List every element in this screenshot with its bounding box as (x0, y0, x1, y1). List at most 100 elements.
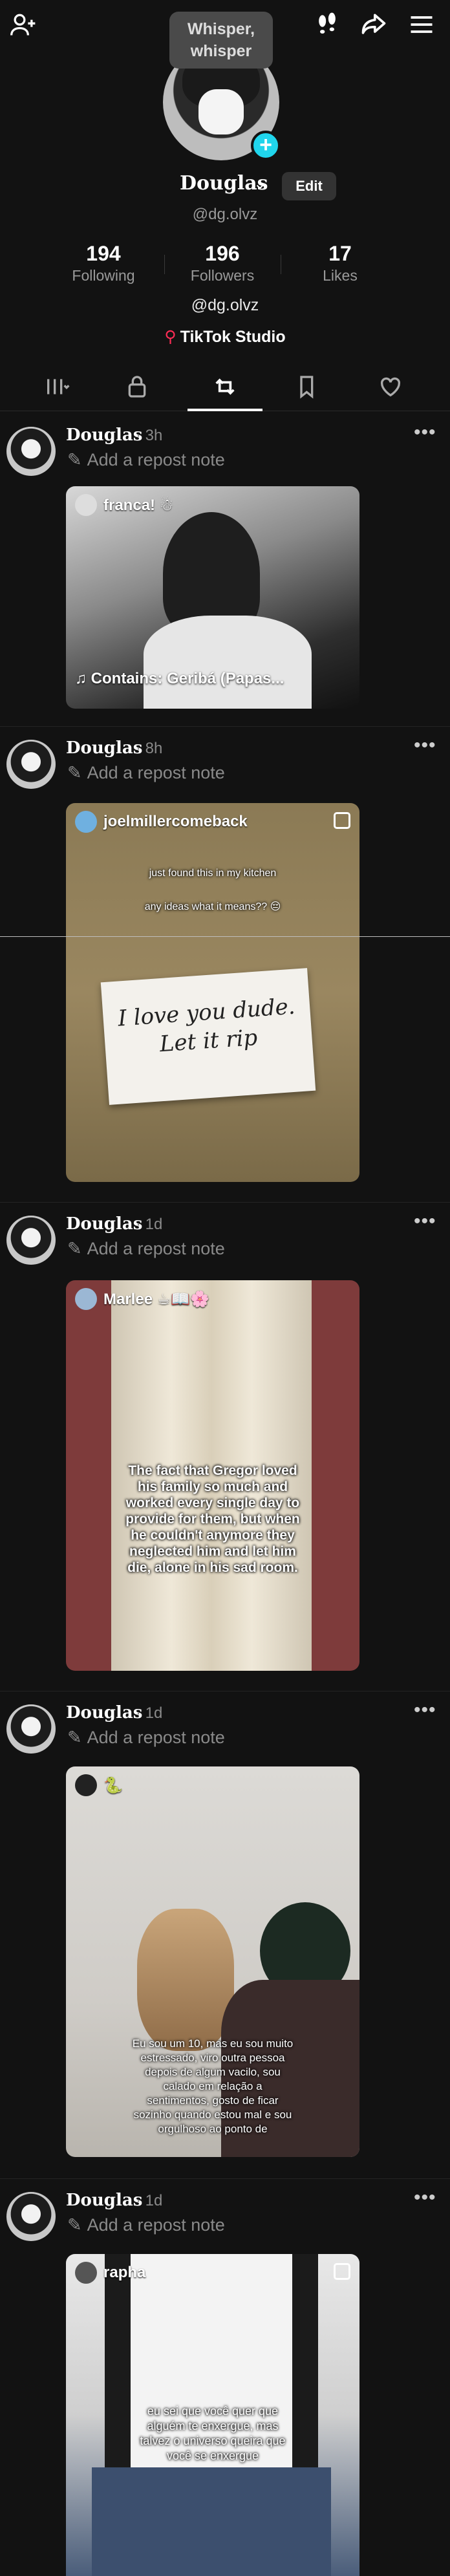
video-author[interactable]: rapha (75, 2262, 145, 2284)
more-options-icon[interactable]: ••• (414, 2187, 436, 2209)
repost-item[interactable]: Douglas · 8h ••• ✎ Add a repost note joel… (0, 727, 450, 1203)
video-caption: The fact that Gregor loved his family so… (125, 1463, 300, 1575)
music-label[interactable]: ♫ Contains: Geribá (Papas... (75, 670, 284, 688)
avatar[interactable] (6, 1216, 56, 1265)
author-avatar (75, 1288, 97, 1310)
video-caption: eu sei que você quer que alguém te enxer… (140, 2405, 286, 2462)
repost-item[interactable]: Douglas · 1d ••• ✎ Add a repost note raph… (0, 2179, 450, 2576)
profile-tabs (0, 362, 450, 411)
avatar[interactable] (6, 1704, 56, 1754)
author-name: joelmillercomeback (103, 813, 248, 830)
author-avatar (75, 494, 97, 516)
author-avatar (75, 811, 97, 833)
repost-item[interactable]: Douglas · 1d ••• ✎ Add a repost note Marl… (0, 1203, 450, 1691)
add-story-icon[interactable]: + (251, 131, 281, 160)
video-author[interactable]: joelmillercomeback (75, 811, 248, 833)
stats-row: 194 Following 196 Followers 17 Likes (0, 242, 450, 287)
repost-time: · 8h (136, 740, 163, 757)
menu-icon[interactable] (406, 9, 437, 40)
footprints-icon[interactable] (312, 9, 343, 40)
photo-mode-icon (334, 812, 350, 829)
pencil-icon: ✎ (67, 1239, 82, 1258)
repost-note-label: Add a repost note (87, 2215, 225, 2235)
author-name: franca! ☃ (103, 496, 174, 514)
bio-text: @dg.olvz (191, 296, 259, 314)
video-caption: just found this in my kitchen (149, 868, 277, 879)
add-repost-note[interactable]: ✎ Add a repost note (67, 2215, 225, 2235)
repost-item[interactable]: Douglas · 1d ••• ✎ Add a repost note 🐍 Eu… (0, 1691, 450, 2179)
name-row: Douglas ⌄ Edit (0, 172, 450, 200)
jeans-shape (92, 2467, 331, 2576)
author-avatar (75, 1774, 97, 1796)
edit-profile-button[interactable]: Edit (282, 172, 336, 200)
video-thumbnail[interactable]: franca! ☃ ♫ Contains: Geribá (Papas... (66, 486, 359, 709)
repost-note-label: Add a repost note (87, 450, 225, 469)
stat-label: Following (72, 267, 135, 284)
add-repost-note[interactable]: ✎ Add a repost note (67, 1239, 225, 1259)
video-thumbnail[interactable]: rapha eu sei que você quer que alguém te… (66, 2254, 359, 2576)
video-author[interactable]: 🐍 (75, 1774, 123, 1796)
more-options-icon[interactable]: ••• (414, 1210, 436, 1232)
avatar-face (198, 89, 244, 134)
author-name: Marlee ☕📖🌸 (103, 1290, 209, 1308)
studio-icon: ⚲ (164, 328, 177, 346)
stat-following[interactable]: 194 Following (45, 242, 162, 284)
screen-divider (0, 936, 450, 937)
repost-note-label: Add a repost note (87, 1239, 225, 1258)
paper-note-text: I love you dude. Let it rip (117, 993, 296, 1058)
tab-favorites[interactable] (270, 369, 345, 405)
cat-shape (137, 1909, 234, 2051)
chevron-down-icon[interactable]: ⌄ (253, 175, 266, 193)
pencil-icon: ✎ (67, 1728, 82, 1747)
more-options-icon[interactable]: ••• (414, 422, 436, 444)
avatar[interactable] (6, 740, 56, 789)
tab-videos[interactable] (19, 369, 94, 405)
video-thumbnail[interactable]: Marlee ☕📖🌸 The fact that Gregor loved hi… (66, 1280, 359, 1671)
add-friend-icon[interactable] (8, 9, 39, 40)
stat-label: Followers (190, 267, 255, 284)
video-thumbnail[interactable]: 🐍 Eu sou um 10, mas eu sou muito estress… (66, 1766, 359, 2157)
avatar[interactable] (6, 2192, 56, 2241)
tab-liked[interactable] (353, 369, 428, 405)
username: @dg.olvz (192, 206, 258, 223)
repost-time: · 1d (136, 1704, 163, 1722)
tab-reposts[interactable] (188, 369, 262, 405)
repost-user-name[interactable]: Douglas (66, 2191, 142, 2210)
whisper-tooltip[interactable]: Whisper, whisper (169, 12, 273, 69)
repost-user-name[interactable]: Douglas (66, 1214, 142, 1234)
author-name: rapha (103, 2264, 146, 2281)
avatar[interactable] (6, 427, 56, 476)
add-repost-note[interactable]: ✎ Add a repost note (67, 1728, 225, 1748)
video-thumbnail[interactable]: joelmillercomeback just found this in my… (66, 803, 359, 1182)
video-caption: Eu sou um 10, mas eu sou muito estressad… (132, 2037, 294, 2135)
repost-user-name[interactable]: Douglas (66, 425, 142, 445)
more-options-icon[interactable]: ••• (414, 735, 436, 757)
repost-item[interactable]: Douglas · 3h ••• ✎ Add a repost note fran… (0, 414, 450, 727)
video-author[interactable]: franca! ☃ (75, 494, 173, 516)
stat-followers[interactable]: 196 Followers (164, 242, 281, 284)
stat-label: Likes (323, 267, 358, 284)
repost-note-label: Add a repost note (87, 1728, 225, 1747)
video-caption-2: any ideas what it means?? 😔 (144, 901, 281, 912)
stat-value: 194 (86, 242, 121, 265)
stat-value: 17 (328, 242, 352, 265)
tab-private[interactable] (100, 369, 175, 405)
share-icon[interactable] (358, 9, 389, 40)
author-avatar (75, 2262, 97, 2284)
photo-mode-icon (334, 2263, 350, 2280)
more-options-icon[interactable]: ••• (414, 1699, 436, 1721)
add-repost-note[interactable]: ✎ Add a repost note (67, 450, 225, 470)
repost-time: · 1d (136, 1216, 163, 1233)
pencil-icon: ✎ (67, 2215, 82, 2235)
video-author[interactable]: Marlee ☕📖🌸 (75, 1288, 209, 1310)
stat-value: 196 (205, 242, 240, 265)
pencil-icon: ✎ (67, 450, 82, 469)
pencil-icon: ✎ (67, 763, 82, 782)
repost-user-name[interactable]: Douglas (66, 738, 142, 758)
tiktok-studio-link[interactable]: ⚲ TikTok Studio (0, 327, 450, 347)
studio-label: TikTok Studio (180, 328, 286, 346)
add-repost-note[interactable]: ✎ Add a repost note (67, 763, 225, 783)
stat-likes[interactable]: 17 Likes (282, 242, 398, 284)
repost-user-name[interactable]: Douglas (66, 1703, 142, 1723)
active-tab-indicator (188, 409, 262, 411)
